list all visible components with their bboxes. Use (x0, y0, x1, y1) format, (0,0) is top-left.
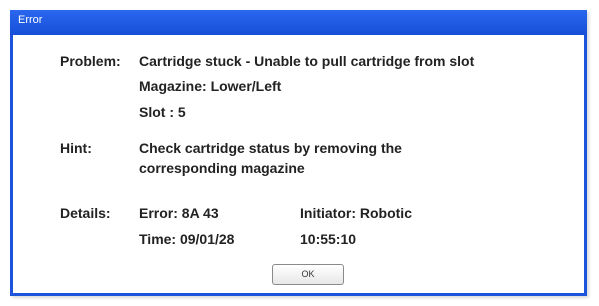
problem-text: Cartridge stuck - Unable to pull cartrid… (139, 53, 475, 69)
hint-line-2: corresponding magazine (139, 160, 305, 176)
time-clock: 10:55:10 (300, 231, 357, 247)
problem-label: Problem: (60, 53, 121, 69)
window-title: Error (18, 14, 43, 26)
time-date: Time: 09/01/28 (139, 231, 235, 247)
details-label: Details: (60, 205, 111, 221)
magazine-text: Magazine: Lower/Left (139, 78, 282, 94)
title-bar[interactable]: Error (10, 10, 587, 35)
hint-line-1: Check cartridge status by removing the (139, 140, 402, 156)
error-code: Error: 8A 43 (139, 205, 219, 221)
initiator-text: Initiator: Robotic (300, 205, 412, 221)
hint-label: Hint: (60, 140, 92, 156)
slot-text: Slot : 5 (139, 104, 186, 120)
ok-button[interactable]: OK (272, 264, 344, 285)
